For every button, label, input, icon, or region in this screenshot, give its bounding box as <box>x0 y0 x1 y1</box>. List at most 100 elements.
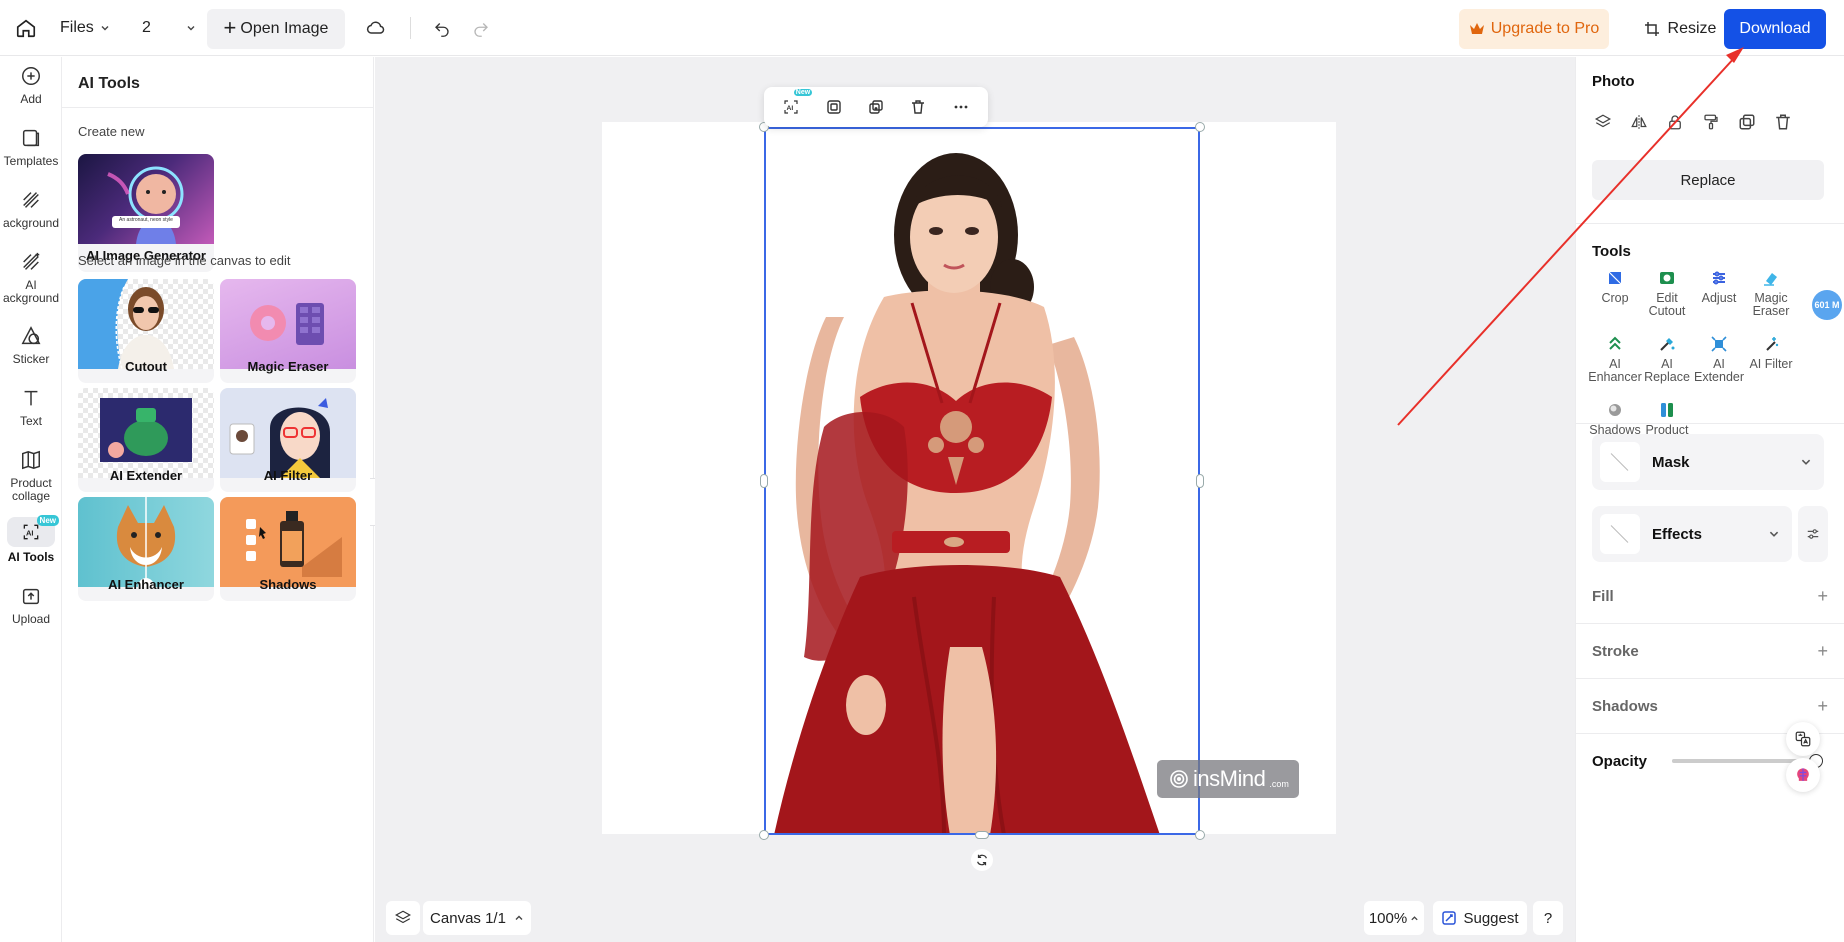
upgrade-to-pro-button[interactable]: Upgrade to Pro <box>1459 9 1609 49</box>
rail-item-label: ackground <box>2 217 60 230</box>
translate-button[interactable] <box>1786 722 1820 756</box>
effects-settings-button[interactable] <box>1798 506 1828 562</box>
cloud-save-button[interactable] <box>362 14 390 42</box>
resize-handle-bottom-right[interactable] <box>1195 830 1205 840</box>
redo-button[interactable] <box>467 14 495 42</box>
layer-order-button[interactable] <box>1592 111 1614 133</box>
add-stroke-icon[interactable]: + <box>1817 641 1828 662</box>
home-icon <box>16 19 36 38</box>
more-options-button[interactable] <box>946 92 976 122</box>
card-label: AI Extender <box>109 468 183 483</box>
fill-row[interactable]: Fill + <box>1592 584 1828 608</box>
opacity-label: Opacity <box>1592 752 1648 770</box>
resize-handle-bottom-left[interactable] <box>759 830 769 840</box>
add-fill-icon[interactable]: + <box>1817 586 1828 607</box>
ai-filter-card[interactable]: AI Filter <box>220 388 356 492</box>
left-rail: Add Templates ackground AI ackground Sti… <box>0 57 62 942</box>
ai-extender-card[interactable]: AI Extender <box>78 388 214 492</box>
rail-item-label: Product collage <box>10 477 52 503</box>
resize-handle-left[interactable] <box>760 474 768 488</box>
plus-icon: + <box>223 15 237 40</box>
rail-item-text[interactable]: Text <box>0 385 62 428</box>
upload-icon <box>18 583 44 609</box>
copy-style-button[interactable] <box>1700 111 1722 133</box>
rail-item-product-collage[interactable]: Product collage <box>0 447 62 503</box>
sliders-icon <box>1807 529 1819 539</box>
resize-button[interactable]: Resize <box>1630 9 1730 49</box>
rail-item-upload[interactable]: Upload <box>0 583 62 626</box>
delete-layer-button[interactable] <box>1772 111 1794 133</box>
zoom-dropdown[interactable]: 100% <box>1364 901 1424 935</box>
rotate-icon <box>977 854 987 866</box>
resize-handle-right[interactable] <box>1196 474 1204 488</box>
chevron-down-icon <box>1801 459 1811 465</box>
replace-button[interactable]: Replace <box>1592 160 1824 200</box>
open-image-button[interactable]: + Open Image <box>207 9 345 49</box>
cutout-card[interactable]: Cutout <box>78 279 214 383</box>
mask-preview <box>1600 442 1640 482</box>
magic-eraser-thumbnail <box>220 279 356 369</box>
add-shadow-icon[interactable]: + <box>1817 696 1828 717</box>
edit-cutout-icon <box>1656 267 1678 289</box>
svg-text:AI: AI <box>787 105 794 112</box>
ai-enhancer-icon <box>1604 333 1626 355</box>
resize-handle-bottom[interactable] <box>975 831 989 839</box>
suggest-button[interactable]: Suggest <box>1433 901 1527 935</box>
resize-handle-top-right[interactable] <box>1195 122 1205 132</box>
shadows-card[interactable]: Shadows <box>220 497 356 601</box>
stroke-row[interactable]: Stroke + <box>1592 639 1828 663</box>
download-button[interactable]: Download <box>1724 9 1826 49</box>
effects-accordion[interactable]: Effects <box>1592 506 1792 562</box>
rail-item-background[interactable]: ackground <box>0 187 62 230</box>
lock-button[interactable] <box>1664 111 1686 133</box>
mask-button[interactable] <box>819 92 849 122</box>
layers-icon <box>1594 114 1612 128</box>
rail-item-sticker[interactable]: Sticker <box>0 323 62 366</box>
lock-icon <box>1669 115 1681 130</box>
files-menu-button[interactable]: Files <box>60 14 110 42</box>
astronaut-thumbnail: An astronaut, neon style <box>78 154 214 244</box>
ai-assistant-button[interactable] <box>1786 758 1820 792</box>
shadows-row[interactable]: Shadows + <box>1592 694 1828 718</box>
delete-button[interactable] <box>903 92 933 122</box>
rail-item-templates[interactable]: Templates <box>0 125 62 168</box>
tool-ai-filter[interactable]: AI Filter <box>1740 333 1802 371</box>
shadows-icon <box>1604 399 1626 421</box>
canvas-label: Canvas 1/1 <box>430 909 506 927</box>
duplicate-button[interactable] <box>861 92 891 122</box>
photo-actions <box>1592 111 1794 133</box>
suggest-icon <box>1442 911 1457 925</box>
tool-label: AI Filter <box>1749 358 1793 371</box>
panel-divider <box>62 107 374 108</box>
section-divider <box>1576 423 1844 424</box>
fill-label: Fill <box>1592 587 1614 605</box>
rail-item-add[interactable]: Add <box>0 63 62 106</box>
crop-icon <box>1604 267 1626 289</box>
magic-eraser-card[interactable]: Magic Eraser <box>220 279 356 383</box>
flip-button[interactable] <box>1628 111 1650 133</box>
tool-magic-eraser[interactable]: Magic Eraser <box>1740 267 1802 318</box>
layers-button[interactable] <box>386 901 420 935</box>
rotate-handle[interactable] <box>971 849 993 871</box>
upgrade-label: Upgrade to Pro <box>1490 20 1600 37</box>
ai-background-icon <box>18 249 44 275</box>
ai-enhancer-card[interactable]: AI Enhancer <box>78 497 214 601</box>
effects-preview <box>1600 514 1640 554</box>
selection-box[interactable] <box>764 127 1200 835</box>
ai-replace-icon <box>1656 333 1678 355</box>
canvas-pages-button[interactable]: Canvas 1/1 <box>423 901 531 935</box>
card-label: AI Enhancer <box>108 577 184 592</box>
help-button[interactable]: ? <box>1533 901 1563 935</box>
mask-accordion[interactable]: Mask <box>1592 434 1824 490</box>
undo-button[interactable] <box>428 14 456 42</box>
ai-filter-icon <box>1760 333 1782 355</box>
ai-tools-button[interactable]: AI New <box>776 89 813 122</box>
rail-item-ai-background[interactable]: AI ackground <box>0 249 62 305</box>
selection-toolbar: AI New <box>764 87 988 127</box>
home-button[interactable] <box>10 10 42 46</box>
more-icon <box>954 105 968 109</box>
ai-extender-icon <box>1708 333 1730 355</box>
rail-item-ai-tools[interactable]: AI New AI Tools <box>0 515 62 564</box>
duplicate-layer-button[interactable] <box>1736 111 1758 133</box>
page-count-dropdown[interactable]: 2 <box>142 14 196 42</box>
